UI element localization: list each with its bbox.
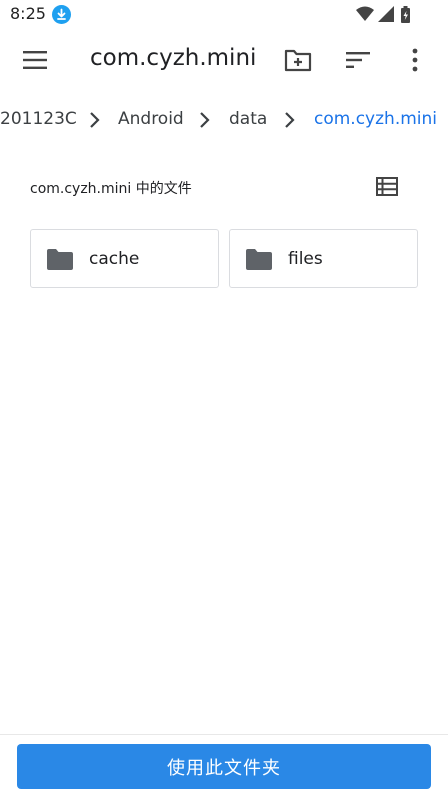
page-title: com.cyzh.mini [90,45,257,71]
list-view-icon[interactable] [376,177,398,196]
section-title: com.cyzh.mini 中的文件 [30,181,192,197]
breadcrumb-item-android[interactable]: Android [118,109,184,129]
chevron-right-icon [200,112,210,128]
status-bar: 8:25 [0,0,448,30]
status-time: 8:25 [10,4,46,23]
battery-icon [401,6,410,23]
folder-item-files[interactable]: files [229,229,418,288]
chevron-right-icon [285,112,295,128]
status-icons [356,6,410,23]
signal-icon [378,6,394,22]
breadcrumb: 201123C Android data com.cyzh.mini [0,100,448,140]
screen: 8:25 com.cyzh.mini 201123C Android data … [0,0,448,796]
folder-icon [246,249,272,270]
folder-name: files [288,249,323,269]
download-icon [52,5,71,24]
wifi-icon [356,6,374,21]
breadcrumb-item-data[interactable]: data [229,109,267,129]
use-this-folder-button[interactable]: 使用此文件夹 [17,744,431,789]
app-bar: com.cyzh.mini [0,30,448,90]
more-vert-icon[interactable] [406,47,424,73]
chevron-right-icon [90,112,100,128]
folder-name: cache [89,249,140,269]
menu-icon[interactable] [22,48,48,72]
sort-icon[interactable] [345,50,371,70]
breadcrumb-item-current[interactable]: com.cyzh.mini [314,109,437,129]
folder-icon [47,249,73,270]
bottom-divider [0,734,448,735]
folder-item-cache[interactable]: cache [30,229,219,288]
breadcrumb-item-device[interactable]: 201123C [0,109,77,129]
new-folder-icon[interactable] [284,47,312,73]
